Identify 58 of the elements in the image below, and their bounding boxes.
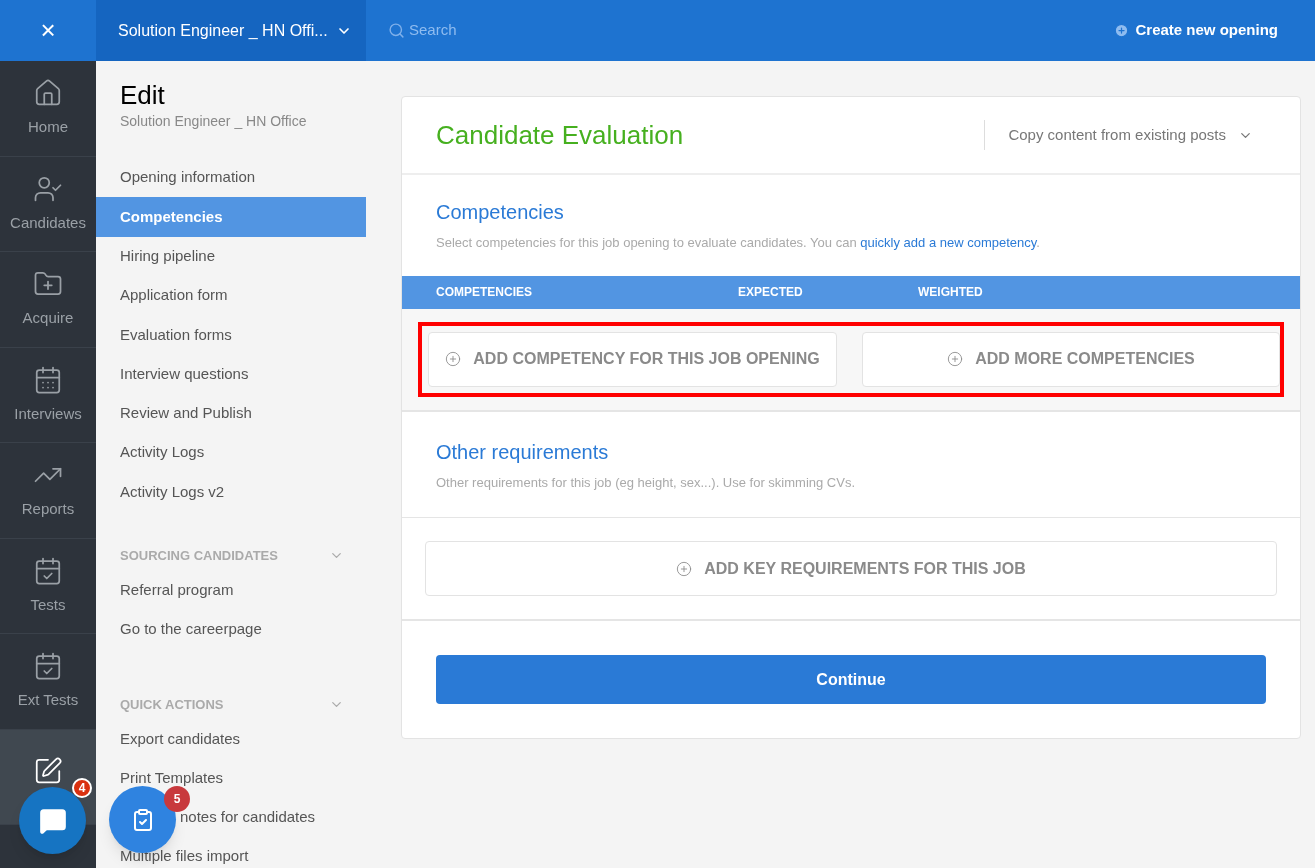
- search-field[interactable]: Search: [409, 19, 608, 42]
- sidebar-item[interactable]: Opening information: [96, 158, 366, 198]
- search-icon: [388, 22, 405, 39]
- column-header: EXPECTED: [738, 284, 804, 301]
- nav-item[interactable]: Reports: [0, 443, 96, 538]
- calendar-check-icon: [33, 555, 63, 586]
- nav-label: Candidates: [10, 212, 86, 233]
- chat-icon: [38, 806, 67, 835]
- sidebar-item[interactable]: Review and Publish: [96, 393, 366, 434]
- plus-circle-icon: [676, 560, 693, 577]
- sidebar-item[interactable]: Evaluation forms: [96, 315, 366, 355]
- home-icon: [33, 78, 63, 108]
- sidebar-item[interactable]: Hiring pipeline: [96, 236, 366, 276]
- close-button[interactable]: ×: [0, 0, 96, 61]
- sidebar-item[interactable]: Export candidates: [120, 727, 241, 751]
- add-button[interactable]: ADD COMPETENCY FOR THIS JOB OPENING: [428, 331, 837, 387]
- plus-circle-icon: [947, 351, 964, 367]
- sidebar-item[interactable]: Go to the careerpage: [120, 617, 262, 641]
- nav-label: Ext Tests: [17, 690, 79, 710]
- calendar-icon: [33, 364, 63, 395]
- nav-label: Tests: [30, 594, 66, 615]
- plus-circle-icon: [1114, 23, 1130, 38]
- sidebar-item[interactable]: Referral program: [120, 578, 234, 602]
- nav-item[interactable]: Home: [0, 61, 96, 156]
- section-description: Select competencies for this job opening to evaluate candidates. You can quickly add a new competency.: [436, 234, 1041, 252]
- column-header: COMPETENCIES: [436, 284, 533, 301]
- nav-item[interactable]: Interviews: [0, 347, 96, 442]
- calendar-check-icon: [33, 651, 63, 681]
- card-title: Candidate Evaluation: [436, 118, 685, 152]
- nav-label: Interviews: [14, 403, 82, 424]
- column-header: WEIGHTED: [918, 284, 983, 301]
- sidebar-item[interactable]: Interview questions: [96, 354, 366, 394]
- nav-label: Acquire: [22, 308, 74, 328]
- sidebar-item[interactable]: Competencies: [96, 197, 366, 237]
- create-opening-button[interactable]: Create new opening: [1114, 0, 1315, 61]
- sidebar-subtitle: Solution Engineer _ HN Office: [119, 112, 308, 131]
- sidebar-item[interactable]: Activity Logs: [96, 433, 366, 473]
- section-title: Competencies: [436, 200, 565, 225]
- opening-dropdown[interactable]: Solution Engineer _ HN Offi...: [96, 0, 366, 61]
- plus-circle-icon: [445, 351, 462, 367]
- section-title: Other requirements: [436, 439, 610, 465]
- nav-item[interactable]: Tests: [0, 538, 96, 633]
- sidebar-title: Edit: [119, 79, 166, 111]
- edit-icon: [33, 755, 63, 786]
- notification-badge: 5: [164, 786, 190, 812]
- nav-item[interactable]: Acquire: [0, 252, 96, 347]
- sidebar-item[interactable]: Multiple files import: [120, 844, 249, 868]
- sidebar-item[interactable]: Application form: [96, 275, 366, 316]
- nav-label: Reports: [21, 499, 75, 519]
- copy-content-dropdown[interactable]: Copy content from existing posts: [1008, 123, 1253, 147]
- nav-label: Home: [28, 117, 68, 137]
- nav-item[interactable]: Candidates: [0, 156, 96, 251]
- add-button[interactable]: ADD KEY REQUIREMENTS FOR THIS JOB: [425, 541, 1277, 596]
- nav-item[interactable]: Ext Tests: [0, 634, 96, 729]
- section-description: Other requirements for this job (eg height, sex...). Use for skimming CVs.: [436, 473, 857, 492]
- continue-button[interactable]: Continue: [436, 655, 1266, 704]
- add-button[interactable]: ADD MORE COMPETENCIES: [862, 331, 1280, 387]
- sidebar-item[interactable]: Activity Logs v2: [96, 472, 366, 512]
